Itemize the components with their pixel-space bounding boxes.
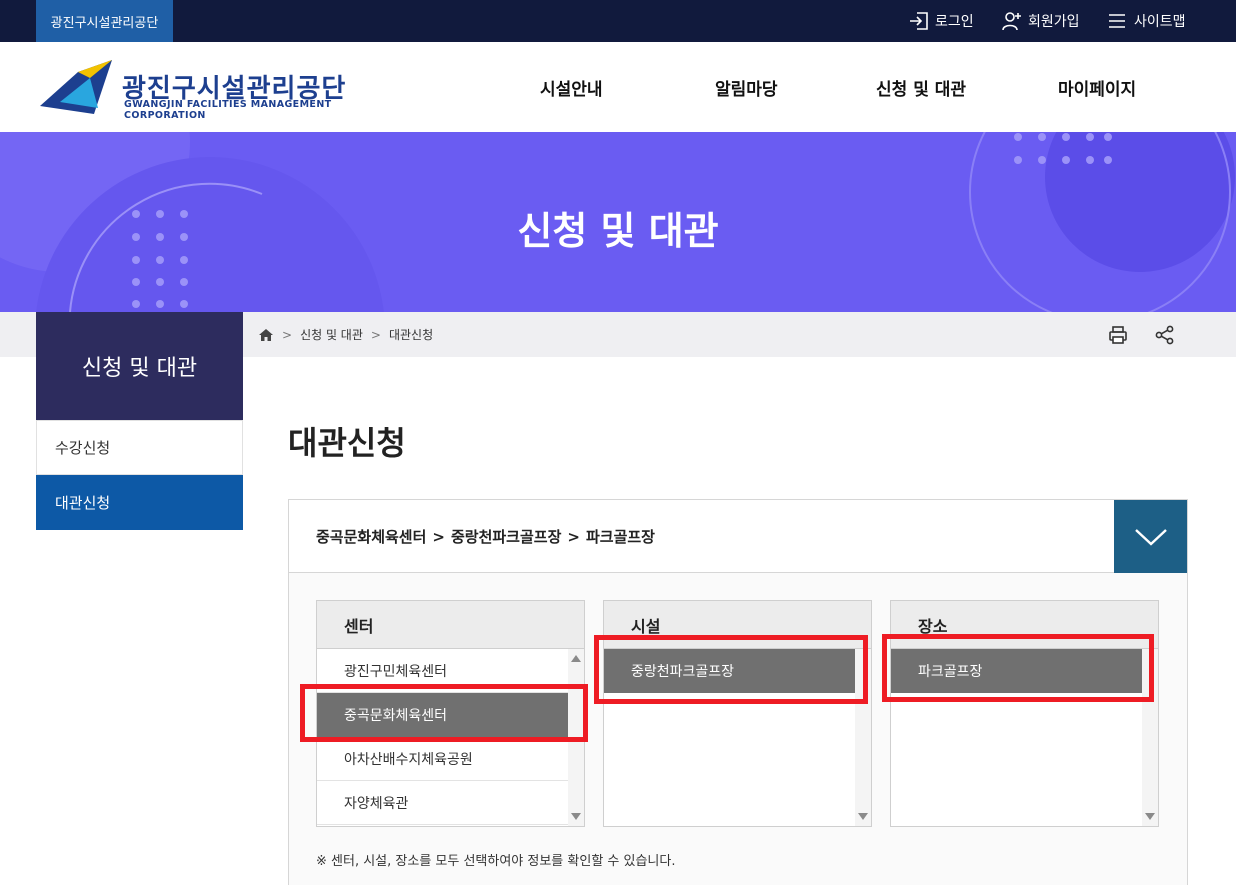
menu-icon bbox=[1109, 14, 1125, 28]
selected-facility: 중랑천파크골프장 bbox=[450, 528, 562, 546]
chevron-right-icon: > bbox=[370, 327, 381, 342]
scroll-down-icon[interactable] bbox=[1145, 813, 1155, 820]
site-logo[interactable]: 광진구시설관리공단 GWANGJIN FACILITIES MANAGEMENT… bbox=[38, 58, 378, 121]
nav-my-page[interactable]: 마이페이지 bbox=[1058, 42, 1136, 132]
login-icon bbox=[910, 12, 928, 30]
home-icon[interactable] bbox=[258, 328, 274, 342]
logo-subtitle: GWANGJIN FACILITIES MANAGEMENT CORPORATI… bbox=[124, 99, 332, 121]
hero-title: 신청 및 대관 bbox=[517, 209, 719, 253]
print-icon[interactable] bbox=[1108, 325, 1128, 345]
scroll-down-icon[interactable] bbox=[571, 813, 581, 820]
center-list-header: 센터 bbox=[317, 601, 584, 649]
login-link[interactable]: 로그인 bbox=[908, 0, 974, 42]
site-header: 광진구시설관리공단 GWANGJIN FACILITIES MANAGEMENT… bbox=[0, 42, 1236, 132]
sidebar-item-facility-rental[interactable]: 대관신청 bbox=[36, 475, 243, 530]
scroll-down-icon[interactable] bbox=[858, 813, 868, 820]
selected-place: 파크골프장 bbox=[585, 528, 655, 546]
selector-toggle-button[interactable] bbox=[1114, 500, 1187, 573]
sitemap-label: 사이트맵 bbox=[1134, 14, 1186, 30]
sidebar-title: 신청 및 대관 bbox=[36, 312, 243, 420]
selected-center: 중곡문화체육센터 bbox=[316, 528, 427, 546]
rental-selector-panel: 중곡문화체육센터 > 중랑천파크골프장 > 파크골프장 센터 광진구민체육센터 … bbox=[288, 499, 1188, 885]
list-item[interactable]: 자양체육관 bbox=[317, 781, 570, 825]
logo-emblem-icon bbox=[40, 60, 112, 114]
join-link[interactable]: 회원가입 bbox=[1001, 0, 1080, 42]
path-separator: > bbox=[567, 527, 580, 546]
selection-notice: ※ 센터, 시설, 장소를 모두 선택하여야 정보를 확인할 수 있습니다. bbox=[316, 854, 676, 869]
nav-application-rental[interactable]: 신청 및 대관 bbox=[876, 42, 966, 132]
breadcrumb-item-rental[interactable]: 대관신청 bbox=[389, 326, 433, 343]
login-label: 로그인 bbox=[935, 14, 974, 30]
hero-banner: 신청 및 대관 bbox=[0, 132, 1236, 312]
selection-summary: 중곡문화체육센터 > 중랑천파크골프장 > 파크골프장 bbox=[289, 500, 1187, 573]
list-item[interactable]: 아차산배수지체육공원 bbox=[317, 737, 570, 781]
selection-path: 중곡문화체육센터 > 중랑천파크골프장 > 파크골프장 bbox=[316, 500, 655, 573]
chevron-right-icon: > bbox=[282, 327, 293, 342]
path-separator: > bbox=[432, 527, 445, 546]
highlight-box bbox=[882, 634, 1154, 702]
join-label: 회원가입 bbox=[1028, 14, 1080, 30]
chevron-down-icon bbox=[1134, 528, 1167, 546]
add-user-icon bbox=[1002, 12, 1021, 31]
scroll-up-icon[interactable] bbox=[571, 655, 581, 662]
site-name-badge[interactable]: 광진구시설관리공단 bbox=[36, 0, 173, 42]
top-utility-bar: 광진구시설관리공단 로그인 회원가입 사이트맵 bbox=[0, 0, 1236, 42]
highlight-box bbox=[594, 635, 868, 704]
share-icon[interactable] bbox=[1155, 325, 1175, 345]
breadcrumb: > 신청 및 대관 > 대관신청 bbox=[258, 312, 433, 357]
highlight-box bbox=[300, 684, 588, 742]
sidebar-item-course-application[interactable]: 수강신청 bbox=[36, 420, 243, 475]
breadcrumb-item-application[interactable]: 신청 및 대관 bbox=[300, 326, 363, 343]
nav-notice-board[interactable]: 알림마당 bbox=[715, 42, 778, 132]
sitemap-link[interactable]: 사이트맵 bbox=[1107, 0, 1186, 42]
nav-facility-info[interactable]: 시설안내 bbox=[540, 42, 603, 132]
page-title: 대관신청 bbox=[288, 424, 406, 462]
